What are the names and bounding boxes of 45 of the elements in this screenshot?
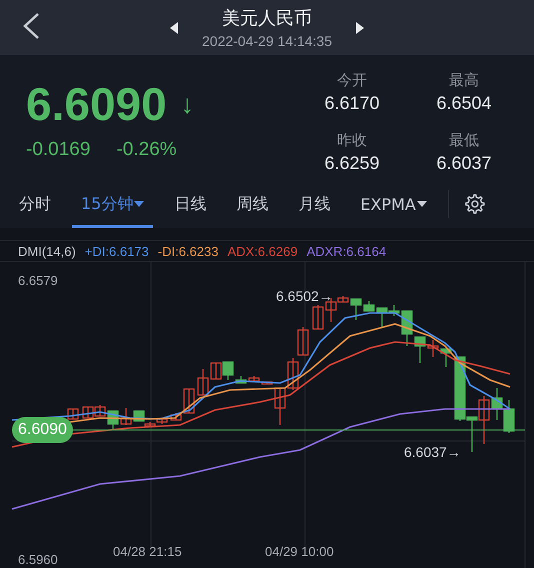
candle [287,358,299,390]
indicator-value: DMI(14,6) [18,244,76,258]
indicator-value: +DI:6.6173 [84,244,149,258]
candle [503,400,515,433]
indicator-value: -DI:6.6233 [158,244,218,258]
previous-icon[interactable] [170,22,178,34]
stat-value: 6.6259 [324,152,380,174]
down-arrow: ↓ [180,88,194,120]
period-tab[interactable]: 分时 [10,180,60,228]
stat-value: 6.6037 [436,152,492,174]
stat-label: 今开 [337,71,367,90]
period-tab[interactable]: EXPMA [351,180,436,228]
next-icon[interactable] [356,22,364,34]
axis-label: 04/28 21:15 [113,544,182,559]
back-icon[interactable] [22,12,40,40]
candle [274,387,286,425]
current-price: 6.6090 [26,77,167,131]
period-tab[interactable]: 日线 [165,180,216,228]
candle [82,406,94,419]
indicator-value: ADX:6.6269 [227,244,298,258]
stat-value: 6.6504 [436,93,492,114]
high-marker: 6.6502→ [276,288,333,304]
price-change: -0.0169 [26,139,90,161]
period-tab[interactable]: 周线 [227,180,278,228]
period-tab[interactable]: 15分钟 [72,180,154,228]
window-title: 美元人民币 [222,7,312,30]
percent-change: -0.26% [116,139,177,161]
axis-label: 6.6579 [18,273,58,288]
period-tab[interactable]: 月线 [289,180,340,228]
candle [120,408,132,425]
axis-label: 04/29 10:00 [265,544,334,559]
candle [440,348,452,367]
candle [312,305,324,330]
timestamp: 2022-04-29 14:14:35 [202,33,332,49]
price-badge: 6.6090 [12,417,73,443]
stat-label: 最高 [449,71,479,90]
settings-icon[interactable] [462,193,485,215]
stat-label: 昨收 [337,130,367,150]
axis-label: 6.5960 [18,552,58,567]
indicator-value: ADXR:6.6164 [306,244,386,258]
candle [67,408,79,420]
candle [297,327,309,356]
stat-label: 最低 [449,130,479,150]
low-marker: 6.6037→ [404,444,461,460]
stat-value: 6.6170 [324,93,380,114]
